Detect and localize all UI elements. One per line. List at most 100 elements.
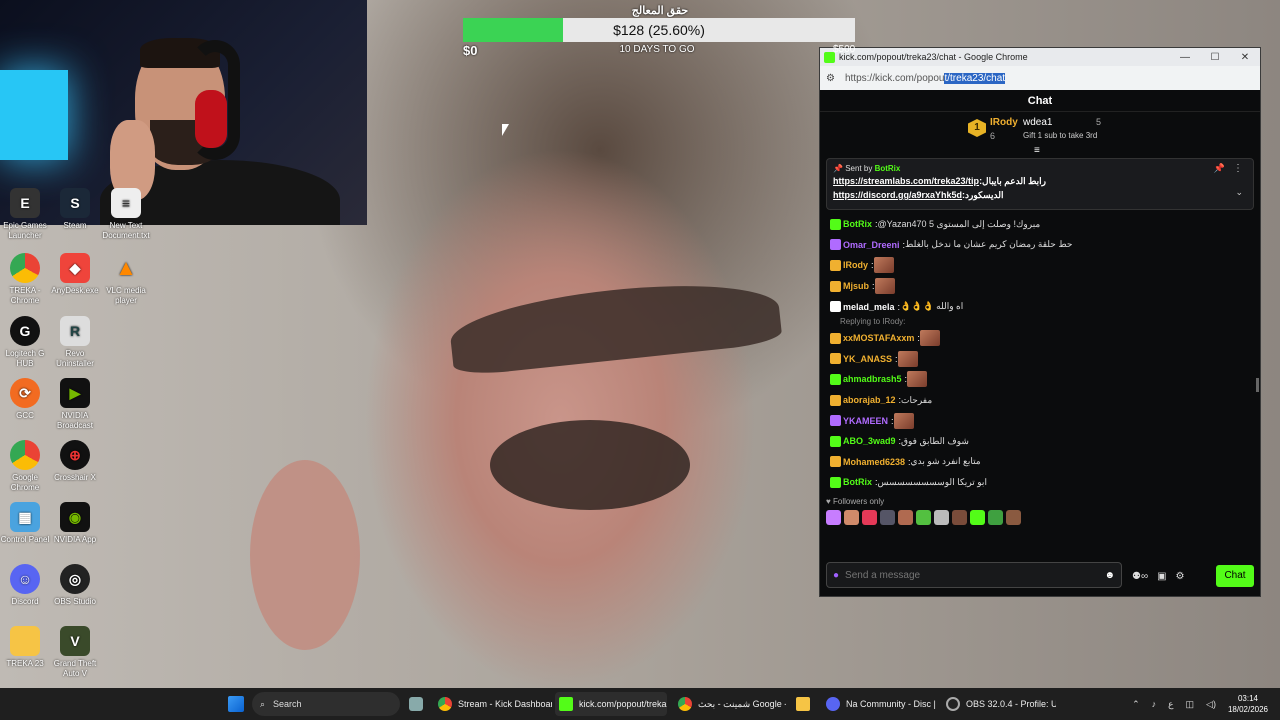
site-settings-icon[interactable]: ⚙ <box>826 73 835 84</box>
windows-start-icon[interactable] <box>228 696 244 712</box>
taskbar-item-label: شمينت - بحث Google - © <box>698 698 786 709</box>
emote-icon <box>919 330 940 347</box>
desktop-icon-discord[interactable]: ☺ Discord <box>0 564 52 607</box>
chat-text: حط حلقة رمضان كريم عشان ما ندخل بالغلط <box>905 239 1073 250</box>
file-explorer-task[interactable] <box>405 692 431 716</box>
chat-username[interactable]: YK_ANASS <box>843 354 892 364</box>
chat-username[interactable]: IRody <box>843 260 868 270</box>
explorer-app-icon <box>409 697 423 711</box>
desktop-icon-label: GCC <box>16 411 34 420</box>
desktop-icon-nvidia-broadcast[interactable]: ▶ NVIDIA Broadcast <box>48 378 102 431</box>
desktop-icon-revo[interactable]: R Revo Uninstaller <box>48 316 102 369</box>
goal-days: 10 DAYS TO GO <box>619 44 695 55</box>
message-input[interactable] <box>845 569 1105 581</box>
chat-username[interactable]: Mjsub <box>843 281 869 291</box>
chat-username[interactable]: BotRix <box>843 477 872 487</box>
gift-sub-prompt[interactable]: Gift 1 sub to take 3rd <box>1023 131 1097 140</box>
desktop-icon-treka-folder[interactable]: TREKA 23 <box>0 626 52 669</box>
desktop-icon-nvidia-app[interactable]: ◉ NVIDIA App <box>48 502 102 545</box>
desktop-icon-google-chrome[interactable]: Google Chrome <box>0 440 52 493</box>
emote-icon[interactable] <box>952 509 967 525</box>
desktop-icon-steam[interactable]: S Steam <box>48 188 102 231</box>
tip-link[interactable]: https://streamlabs.com/treka23/tip <box>833 176 979 186</box>
discord-icon <box>826 697 840 711</box>
send-chat-button[interactable]: Chat <box>1216 565 1254 587</box>
chat-username[interactable]: Mohamed6238 <box>843 457 905 467</box>
leader-second-name[interactable]: wdea1 <box>1023 117 1052 128</box>
emote-icon[interactable] <box>844 509 859 525</box>
chat-username[interactable]: YKAMEEN <box>843 416 888 426</box>
desktop-icon-logitech[interactable]: G Logitech G HUB <box>0 316 52 369</box>
taskbar-item-obs[interactable]: OBS 32.0.4 - Profile: Unt <box>942 692 1056 716</box>
emote-icon[interactable] <box>934 509 949 525</box>
clock[interactable]: 03:14 18/02/2026 <box>1228 693 1268 715</box>
emote-icon[interactable] <box>898 509 913 525</box>
more-options-icon[interactable]: ⋮ <box>1233 163 1243 174</box>
chat-scrollbar[interactable] <box>1256 378 1259 392</box>
chat-username[interactable]: BotRix <box>843 219 872 229</box>
desktop-icon-crosshair[interactable]: ⊕ Crosshair X <box>48 440 102 483</box>
desktop-icon-obs[interactable]: ◎ OBS Studio <box>48 564 102 607</box>
desktop-icon-anydesk[interactable]: ◆ AnyDesk.exe <box>48 253 102 296</box>
chat-username[interactable]: aborajab_12 <box>843 395 896 405</box>
chat-username[interactable]: xxMOSTAFAxxm <box>843 333 914 343</box>
minimize-icon[interactable]: — <box>1170 52 1200 63</box>
collapse-leaderboard-icon[interactable]: ≡ <box>1034 145 1040 156</box>
chrome-icon <box>10 440 40 470</box>
emote-icon[interactable] <box>1006 509 1021 525</box>
desktop-icon-gcc[interactable]: ⟳ GCC <box>0 378 52 421</box>
taskbar-item-kick-popout[interactable]: kick.com/popout/treka2 <box>555 692 667 716</box>
emote-icon[interactable] <box>970 509 985 525</box>
desktop-icon-gta[interactable]: V Grand Theft Auto V <box>48 626 102 679</box>
chat-message: melad_mela: اه والله 👌👌👌 <box>830 296 1250 317</box>
chevron-down-icon[interactable]: ⌄ <box>1235 187 1243 198</box>
desktop-icon-epic[interactable]: E Epic Games Launcher <box>0 188 52 241</box>
microphone-icon[interactable]: ● <box>833 570 839 581</box>
chat-message: xxMOSTAFAxxm: <box>830 328 1250 349</box>
pinned-sender: 📌 Sent by BotRix <box>833 164 901 173</box>
network-icon[interactable]: ◫ <box>1186 699 1195 710</box>
leader-first-name[interactable]: IRody <box>990 117 1018 128</box>
emote-icon[interactable] <box>826 509 841 525</box>
user-badge-icon <box>830 280 841 292</box>
volume-icon[interactable]: ◁) <box>1206 699 1216 710</box>
address-bar[interactable]: ⚙ https://kick.com/popou t/treka23/chat <box>820 66 1260 90</box>
chat-username[interactable]: melad_mela <box>843 302 895 312</box>
desktop-icon-treka-chrome[interactable]: TREKA - Chrome <box>0 253 52 306</box>
taskbar-item-discord[interactable]: Na Community - Disc | <box>822 692 936 716</box>
taskbar-item-kick-dashboard[interactable]: Stream - Kick Dashboar <box>434 692 552 716</box>
taskbar-item-google-search[interactable]: شمينت - بحث Google - © <box>674 692 786 716</box>
language-indicator[interactable]: ع <box>1168 699 1173 710</box>
emote-icon[interactable] <box>988 509 1003 525</box>
settings-gear-icon[interactable]: ⚙ <box>1176 571 1185 582</box>
pin-icon[interactable]: 📌 <box>1214 163 1225 174</box>
chevron-up-icon[interactable]: ⌃ <box>1132 699 1140 710</box>
taskbar-search[interactable]: ⌕ Search <box>252 692 400 716</box>
emoji-icon[interactable]: ☻ <box>1104 570 1115 581</box>
desktop-icon-control-panel[interactable]: ▦ Control Panel <box>0 502 52 545</box>
search-icon: ⌕ <box>260 698 266 709</box>
sent-by-user[interactable]: BotRix <box>875 164 901 173</box>
chat-text: متابع انفرد شو بدي <box>910 456 981 467</box>
text-file-icon: ≡ <box>111 188 141 218</box>
mouse-cursor-icon <box>502 124 509 136</box>
desktop-icon-textdoc[interactable]: ≡ New Text Document.txt <box>99 188 153 241</box>
emote-icon[interactable] <box>862 509 877 525</box>
kicks-icon[interactable]: ⚉∞ <box>1132 571 1148 582</box>
close-icon[interactable]: ✕ <box>1230 52 1260 63</box>
desktop-icon-vlc[interactable]: ▲ VLC media player <box>99 253 153 306</box>
chat-username[interactable]: ahmadbrash5 <box>843 374 902 384</box>
chat-username[interactable]: ABO_3wad9 <box>843 436 896 446</box>
mic-tray-icon[interactable]: ♪ <box>1152 699 1157 709</box>
discord-link[interactable]: https://discord.gg/a9rxaYhk5d <box>833 190 962 200</box>
emote-icon[interactable] <box>916 509 931 525</box>
chrome-popup-window: kick.com/popout/treka23/chat - Google Ch… <box>819 47 1261 597</box>
chat-message: YK_ANASS: <box>830 349 1250 370</box>
gcc-icon: ⟳ <box>10 378 40 408</box>
taskbar-folder[interactable] <box>792 692 816 716</box>
window-title: kick.com/popout/treka23/chat - Google Ch… <box>839 52 1028 62</box>
chat-username[interactable]: Omar_Dreeni <box>843 240 900 250</box>
emote-icon[interactable] <box>880 509 895 525</box>
gift-icon[interactable]: ▣ <box>1157 571 1166 582</box>
maximize-icon[interactable]: ☐ <box>1200 52 1230 63</box>
